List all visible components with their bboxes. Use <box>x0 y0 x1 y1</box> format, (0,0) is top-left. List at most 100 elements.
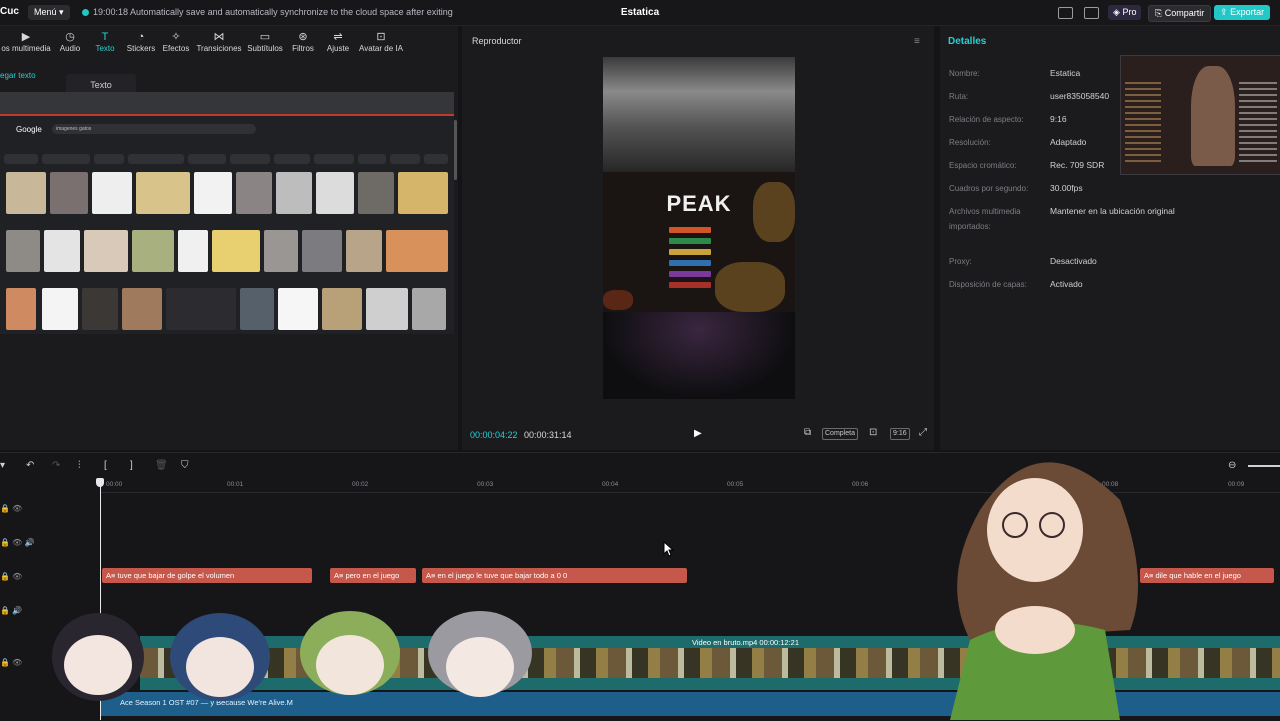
cat-image <box>236 172 272 214</box>
game-menu-bar <box>669 260 711 266</box>
player-title: Reproductor <box>472 36 522 46</box>
filter-chip <box>230 154 270 164</box>
text-clip[interactable]: A≡ en el juego le tuve que bajar todo a … <box>422 568 687 583</box>
menu-label: Menú <box>34 7 57 17</box>
toolbar-label: Avatar de IA <box>359 44 403 53</box>
toolbar-label: Filtros <box>292 44 314 53</box>
cat-image <box>278 288 318 330</box>
transition-icon: ⋈ <box>213 31 225 43</box>
trim-right-icon[interactable]: ] <box>130 460 133 471</box>
toolbar-label: Efectos <box>162 44 190 53</box>
track-lock-icon[interactable]: 🔒 👁 <box>0 658 22 667</box>
ruler-tick: 00:00 <box>106 481 123 488</box>
cat-image <box>302 230 342 272</box>
cat-image <box>178 230 208 272</box>
cat-image <box>84 230 128 272</box>
vtuber-avatar-overlay <box>950 462 1138 720</box>
filter-chip <box>42 154 90 164</box>
video-bottom-area <box>603 312 795 399</box>
pro-button[interactable]: ◈ Pro <box>1108 5 1142 20</box>
fullscreen-icon[interactable]: ⤢ <box>919 427 927 438</box>
detail-label: Relación de aspecto: <box>949 115 1024 124</box>
detail-value: Adaptado <box>1050 137 1087 147</box>
detail-value: Rec. 709 SDR <box>1050 160 1105 170</box>
cat-image <box>212 230 260 272</box>
cat-image <box>122 288 162 330</box>
track-lock-icon[interactable]: 🔒 🔊 <box>0 606 22 615</box>
toolbar-transitions[interactable]: ⋈ Transiciones <box>196 30 242 53</box>
cat-image <box>194 172 232 214</box>
cat-image <box>240 288 274 330</box>
select-tool-icon[interactable]: ▾ <box>0 460 5 471</box>
export-button[interactable]: ⇪ Exportar <box>1214 5 1271 20</box>
split-icon[interactable]: ⫶ <box>78 460 81 471</box>
source-thumbnail <box>1120 55 1280 175</box>
detail-value: 9:16 <box>1050 114 1067 124</box>
ruler-tick: 00:06 <box>852 481 869 488</box>
cat-image <box>412 288 446 330</box>
ruler-tick: 00:05 <box>727 481 744 488</box>
detail-value: user835058540 <box>1050 91 1110 101</box>
delete-icon[interactable]: 🗑 <box>155 460 168 471</box>
redo-icon[interactable]: ↷ <box>52 460 60 471</box>
toolbar-subtitles[interactable]: ▭ Subtítulos <box>246 30 284 53</box>
toolbar-media[interactable]: ▶ os multimedia <box>0 30 52 53</box>
share-button[interactable]: ⎘ Compartir <box>1148 5 1212 22</box>
scrollbar[interactable] <box>454 120 457 180</box>
aspect-ratio-label: 9:16 <box>893 430 907 437</box>
undo-icon[interactable]: ↶ <box>26 460 34 471</box>
details-title: Detalles <box>948 36 987 47</box>
chibi-avatars-overlay <box>52 611 532 701</box>
playhead-handle[interactable] <box>96 478 104 487</box>
aspect-ratio-select[interactable]: 9:16 <box>890 428 910 440</box>
cloud-sync-icon <box>82 9 89 16</box>
keyboard-icon[interactable] <box>1084 7 1099 19</box>
filter-icon: ⊛ <box>298 31 308 43</box>
track-lock-icon[interactable]: 🔒 👁 🔊 <box>0 538 35 547</box>
cat-image <box>264 230 298 272</box>
cat-image <box>322 288 362 330</box>
cat-image <box>132 230 174 272</box>
cat-image <box>44 230 80 272</box>
toolbar-adjust[interactable]: ⇌ Ajuste <box>323 30 353 53</box>
trim-left-icon[interactable]: [ <box>104 460 107 471</box>
toolbar-audio[interactable]: ◷ Audio <box>55 30 85 53</box>
video-preview[interactable]: PEAK <box>603 57 795 399</box>
track-lock-icon[interactable]: 🔒 👁 <box>0 504 22 513</box>
zoom-slider[interactable] <box>1248 465 1280 467</box>
game-logo: PEAK <box>666 191 732 216</box>
total-time: 00:00:31:14 <box>524 430 572 440</box>
sticker-icon: ◔ <box>137 31 145 43</box>
fit-mode-select[interactable]: Completa <box>822 428 858 440</box>
share-icon: ⎘ <box>1155 8 1163 18</box>
play-icon[interactable]: ▶ <box>694 428 702 439</box>
menu-button[interactable]: Menú ▾ <box>28 5 70 20</box>
hamburger-menu-icon[interactable]: ≡ <box>914 36 920 47</box>
filter-chip <box>314 154 354 164</box>
google-logo: Google <box>16 125 42 134</box>
filter-chip <box>188 154 226 164</box>
toolbar-text[interactable]: T Texto <box>90 30 120 53</box>
layout-icon[interactable] <box>1058 7 1073 19</box>
toolbar-stickers[interactable]: ◔ Stickers <box>125 30 157 53</box>
toolbar-filters[interactable]: ⊛ Filtros <box>288 30 318 53</box>
toolbar-effects[interactable]: ✧ Efectos <box>161 30 191 53</box>
text-clip[interactable]: A≡ tuve que bajar de golpe el volumen <box>102 568 312 583</box>
text-clip[interactable]: A≡ pero en el juego <box>330 568 416 583</box>
toolbar-ai-avatar[interactable]: ⊡ Avatar de IA <box>357 30 405 53</box>
browser-bar <box>0 92 454 116</box>
subtitles-icon: ▭ <box>259 31 271 43</box>
adjust-icon: ⇌ <box>333 31 343 43</box>
fullscreen-preview-icon[interactable]: ⧉ <box>804 427 811 438</box>
marker-icon[interactable]: ⛉ <box>181 460 189 471</box>
zoom-out-icon[interactable]: ⊖ <box>1228 460 1236 471</box>
add-text-button[interactable]: egar texto <box>0 71 36 80</box>
cat-image <box>346 230 382 272</box>
snapshot-icon[interactable]: ⊡ <box>869 427 877 438</box>
detail-label: importados: <box>949 222 991 231</box>
media-icon: ▶ <box>21 31 31 43</box>
video-clip-label: Video en bruto.mp4 00:00:12:21 <box>692 638 800 647</box>
track-lock-icon[interactable]: 🔒 👁 <box>0 572 22 581</box>
text-clip[interactable]: A≡ dile que hable en el juego <box>1140 568 1274 583</box>
cat-image <box>366 288 408 330</box>
